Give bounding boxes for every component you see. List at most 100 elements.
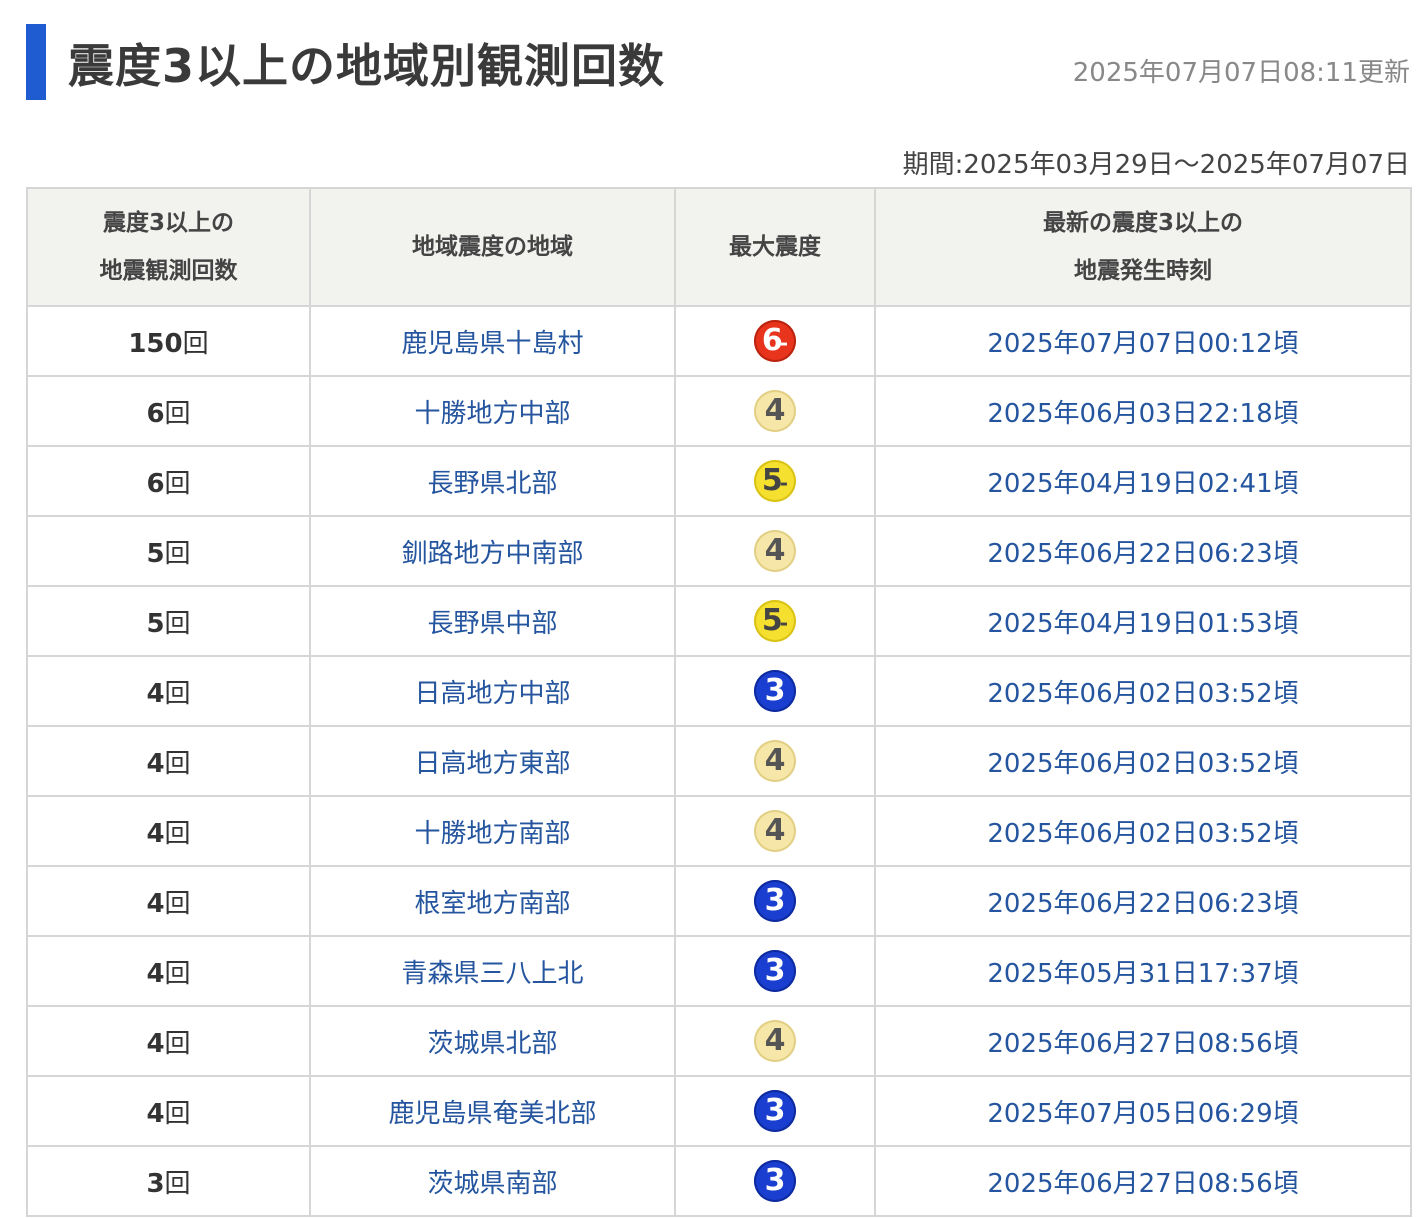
region-cell: 茨城県北部 bbox=[309, 1005, 676, 1077]
intensity-value: 4 bbox=[764, 533, 786, 568]
table-row: 6回 長野県北部 5- 2025年04月19日02:41頃 bbox=[26, 445, 1412, 517]
count-value: 150 bbox=[128, 328, 183, 359]
region-link[interactable]: 長野県北部 bbox=[427, 469, 557, 499]
column-header-latest-time: 最新の震度3以上の 地震発生時刻 bbox=[874, 187, 1412, 307]
latest-time-cell: 2025年06月03日22:18頃 bbox=[874, 375, 1412, 447]
intensity-value: 3 bbox=[764, 1163, 786, 1198]
latest-time-link[interactable]: 2025年06月22日06:23頃 bbox=[987, 889, 1298, 919]
region-link[interactable]: 茨城県北部 bbox=[427, 1029, 557, 1059]
intensity-3-icon: 3 bbox=[754, 1090, 796, 1132]
intensity-value: 4 bbox=[764, 813, 786, 848]
period-range: 期間:2025年03月29日～2025年07月07日 bbox=[902, 150, 1410, 180]
intensity-4-icon: 4 bbox=[754, 390, 796, 432]
count-unit: 回 bbox=[182, 328, 209, 359]
count-unit: 回 bbox=[164, 818, 191, 849]
observation-count: 3回 bbox=[26, 1145, 311, 1217]
max-intensity-cell: 3 bbox=[674, 935, 876, 1007]
table-row: 4回 日高地方東部 4 2025年06月02日03:52頃 bbox=[26, 725, 1412, 797]
region-link[interactable]: 十勝地方南部 bbox=[414, 819, 570, 849]
region-cell: 日高地方中部 bbox=[309, 655, 676, 727]
count-unit: 回 bbox=[164, 678, 191, 709]
observation-count: 4回 bbox=[26, 795, 311, 867]
max-intensity-cell: 4 bbox=[674, 725, 876, 797]
latest-time-link[interactable]: 2025年07月05日06:29頃 bbox=[987, 1099, 1298, 1129]
region-link[interactable]: 鹿児島県奄美北部 bbox=[388, 1099, 596, 1129]
region-link[interactable]: 青森県三八上北 bbox=[401, 959, 583, 989]
observation-count: 5回 bbox=[26, 515, 311, 587]
latest-time-cell: 2025年06月27日08:56頃 bbox=[874, 1005, 1412, 1077]
observation-count: 6回 bbox=[26, 445, 311, 517]
intensity-value: 4 bbox=[764, 1023, 786, 1058]
observation-count: 4回 bbox=[26, 725, 311, 797]
region-link[interactable]: 釧路地方中南部 bbox=[401, 539, 583, 569]
latest-time-cell: 2025年06月02日03:52頃 bbox=[874, 655, 1412, 727]
max-intensity-cell: 4 bbox=[674, 1005, 876, 1077]
latest-time-link[interactable]: 2025年06月02日03:52頃 bbox=[987, 819, 1298, 849]
count-unit: 回 bbox=[164, 748, 191, 779]
title-accent-bar bbox=[26, 24, 46, 100]
region-cell: 釧路地方中南部 bbox=[309, 515, 676, 587]
count-value: 6 bbox=[146, 468, 165, 499]
count-value: 4 bbox=[146, 958, 165, 989]
intensity-modifier: - bbox=[779, 471, 789, 495]
region-cell: 長野県北部 bbox=[309, 445, 676, 517]
updated-timestamp: 2025年07月07日08:11更新 bbox=[1072, 58, 1410, 88]
latest-time-link[interactable]: 2025年05月31日17:37頃 bbox=[987, 959, 1298, 989]
region-cell: 茨城県南部 bbox=[309, 1145, 676, 1217]
region-link[interactable]: 茨城県南部 bbox=[427, 1169, 557, 1199]
latest-time-link[interactable]: 2025年07月07日00:12頃 bbox=[987, 329, 1298, 359]
intensity-3-icon: 3 bbox=[754, 950, 796, 992]
count-value: 3 bbox=[146, 1168, 165, 1199]
latest-time-cell: 2025年04月19日02:41頃 bbox=[874, 445, 1412, 517]
latest-time-link[interactable]: 2025年06月02日03:52頃 bbox=[987, 679, 1298, 709]
region-link[interactable]: 日高地方東部 bbox=[414, 749, 570, 779]
count-value: 4 bbox=[146, 748, 165, 779]
latest-time-link[interactable]: 2025年06月03日22:18頃 bbox=[987, 399, 1298, 429]
column-header-line: 最新の震度3以上の bbox=[1042, 210, 1243, 236]
count-value: 6 bbox=[146, 398, 165, 429]
intensity-3-icon: 3 bbox=[754, 880, 796, 922]
latest-time-cell: 2025年06月22日06:23頃 bbox=[874, 865, 1412, 937]
intensity-4-icon: 4 bbox=[754, 740, 796, 782]
region-link[interactable]: 日高地方中部 bbox=[414, 679, 570, 709]
max-intensity-cell: 5- bbox=[674, 445, 876, 517]
latest-time-link[interactable]: 2025年06月27日08:56頃 bbox=[987, 1029, 1298, 1059]
intensity-5-lower-icon: 5- bbox=[754, 460, 796, 502]
table-row: 4回 十勝地方南部 4 2025年06月02日03:52頃 bbox=[26, 795, 1412, 867]
table-row: 5回 釧路地方中南部 4 2025年06月22日06:23頃 bbox=[26, 515, 1412, 587]
observation-count: 4回 bbox=[26, 655, 311, 727]
table-row: 4回 鹿児島県奄美北部 3 2025年07月05日06:29頃 bbox=[26, 1075, 1412, 1147]
observation-count: 4回 bbox=[26, 865, 311, 937]
column-header-line: 地域震度の地域 bbox=[412, 234, 573, 260]
column-header-line: 地震発生時刻 bbox=[1074, 258, 1212, 284]
latest-time-cell: 2025年06月22日06:23頃 bbox=[874, 515, 1412, 587]
intensity-modifier: - bbox=[779, 331, 789, 355]
count-value: 4 bbox=[146, 678, 165, 709]
intensity-modifier: - bbox=[779, 611, 789, 635]
region-link[interactable]: 長野県中部 bbox=[427, 609, 557, 639]
count-value: 4 bbox=[146, 1098, 165, 1129]
latest-time-cell: 2025年07月05日06:29頃 bbox=[874, 1075, 1412, 1147]
max-intensity-cell: 3 bbox=[674, 1145, 876, 1217]
latest-time-link[interactable]: 2025年04月19日02:41頃 bbox=[987, 469, 1298, 499]
column-header-line: 最大震度 bbox=[729, 234, 821, 260]
count-value: 4 bbox=[146, 818, 165, 849]
latest-time-link[interactable]: 2025年06月02日03:52頃 bbox=[987, 749, 1298, 779]
observation-count: 4回 bbox=[26, 1075, 311, 1147]
latest-time-link[interactable]: 2025年06月22日06:23頃 bbox=[987, 539, 1298, 569]
latest-time-cell: 2025年06月02日03:52頃 bbox=[874, 725, 1412, 797]
count-value: 4 bbox=[146, 1028, 165, 1059]
intensity-value: 4 bbox=[764, 393, 786, 428]
count-unit: 回 bbox=[164, 538, 191, 569]
region-link[interactable]: 根室地方南部 bbox=[414, 889, 570, 919]
table-row: 3回 茨城県南部 3 2025年06月27日08:56頃 bbox=[26, 1145, 1412, 1217]
region-link[interactable]: 十勝地方中部 bbox=[414, 399, 570, 429]
intensity-6-lower-icon: 6- bbox=[754, 320, 796, 362]
region-link[interactable]: 鹿児島県十島村 bbox=[401, 329, 583, 359]
latest-time-cell: 2025年04月19日01:53頃 bbox=[874, 585, 1412, 657]
column-header-line: 地震観測回数 bbox=[99, 258, 238, 284]
latest-time-link[interactable]: 2025年06月27日08:56頃 bbox=[987, 1169, 1298, 1199]
observation-count: 4回 bbox=[26, 1005, 311, 1077]
table-row: 4回 根室地方南部 3 2025年06月22日06:23頃 bbox=[26, 865, 1412, 937]
latest-time-link[interactable]: 2025年04月19日01:53頃 bbox=[987, 609, 1298, 639]
